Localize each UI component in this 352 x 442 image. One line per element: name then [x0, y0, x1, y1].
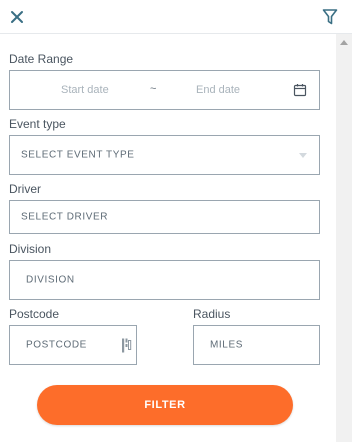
radius-input[interactable]: MILES [193, 325, 320, 365]
postcode-label: Postcode [9, 307, 60, 321]
filter-submit-button[interactable]: FILTER [37, 385, 293, 425]
filter-icon[interactable] [322, 8, 338, 26]
division-select[interactable]: DIVISION [9, 260, 320, 300]
calendar-icon[interactable] [293, 83, 307, 97]
event-type-select[interactable]: SELECT EVENT TYPE [9, 135, 320, 175]
autofill-icon[interactable] [121, 338, 132, 353]
scroll-up-arrow[interactable] [340, 40, 348, 45]
event-type-label: Event type [9, 117, 66, 131]
close-icon[interactable] [9, 9, 25, 25]
scrollbar[interactable] [336, 34, 352, 442]
date-range-label: Date Range [9, 52, 74, 66]
postcode-input[interactable]: POSTCODE [9, 325, 137, 365]
filter-panel: Date Range Start date ~ End date Event t… [0, 0, 352, 442]
event-type-value: SELECT EVENT TYPE [21, 149, 135, 161]
panel-header [0, 0, 352, 34]
division-label: Division [9, 242, 52, 256]
driver-value: SELECT DRIVER [21, 211, 109, 223]
end-date-input[interactable]: End date [196, 84, 240, 96]
radius-placeholder: MILES [210, 339, 244, 351]
postcode-placeholder: POSTCODE [26, 339, 87, 351]
radius-label: Radius [193, 307, 231, 321]
division-value: DIVISION [26, 274, 75, 286]
driver-label: Driver [9, 182, 41, 196]
date-range-picker[interactable]: Start date ~ End date [9, 70, 320, 110]
date-separator: ~ [150, 83, 157, 95]
start-date-input[interactable]: Start date [61, 84, 109, 96]
chevron-down-icon [299, 153, 307, 158]
driver-select[interactable]: SELECT DRIVER [9, 200, 320, 234]
